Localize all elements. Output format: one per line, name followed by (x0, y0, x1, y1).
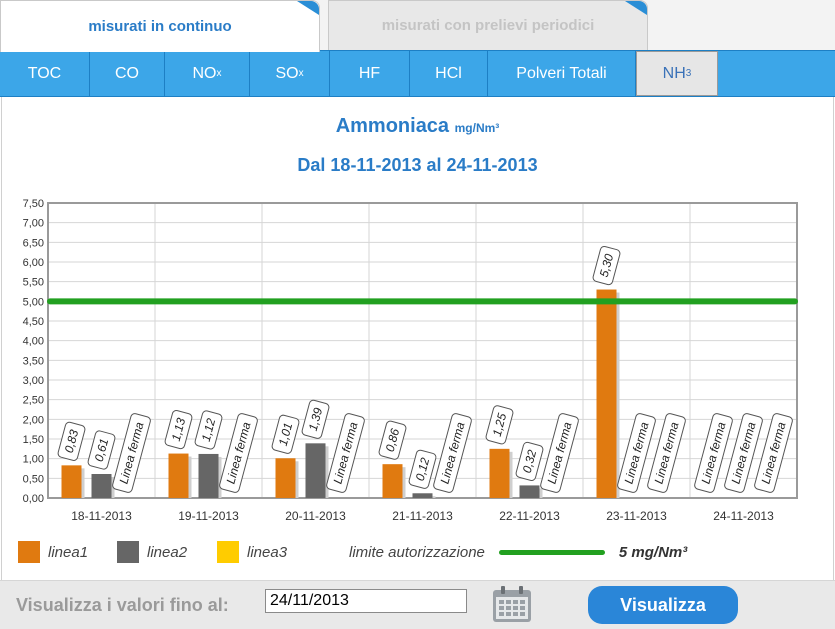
subtab-co[interactable]: CO (90, 51, 165, 96)
legend-label: linea1 (48, 543, 89, 561)
y-tick-label: 0,50 (23, 473, 44, 485)
pollutant-tabs: TOC CO NO x SO x HF HCl Polveri Totali NH 3 (0, 50, 835, 97)
y-tick-label: 5,00 (23, 296, 44, 308)
bar-linea1 (275, 458, 296, 498)
subtab-label: CO (115, 64, 139, 82)
visualizza-button[interactable]: Visualizza (588, 586, 738, 624)
y-tick-label: 2,00 (23, 414, 44, 426)
y-tick-label: 3,50 (23, 355, 44, 367)
subtab-label: TOC (27, 64, 62, 82)
date-input[interactable] (265, 589, 467, 613)
chart-subtitle: Dal 18-11-2013 al 24-11-2013 (297, 155, 538, 175)
subtab-subscript: x (216, 68, 222, 79)
x-tick-label: 19-11-2013 (178, 509, 239, 523)
y-tick-label: 6,50 (23, 237, 44, 249)
x-tick-label: 21-11-2013 (392, 509, 453, 523)
subtab-label: Polveri Totali (516, 64, 607, 82)
tab-continuous-label: misurati in continuo (88, 18, 232, 35)
tab-corner-icon (297, 1, 319, 15)
top-tab-bar: misurati in continuo misurati con prelie… (0, 0, 835, 52)
bar-linea1 (61, 465, 82, 498)
y-tick-label: 4,00 (23, 336, 44, 348)
y-tick-label: 2,50 (23, 395, 44, 407)
legend-label: linea2 (147, 543, 188, 561)
y-tick-label: 0,00 (23, 493, 44, 505)
legend-linea3: linea3 (217, 540, 287, 564)
x-tick-label: 22-11-2013 (499, 509, 560, 523)
bar-chart: 0,00 0,50 1,00 1,50 2,00 2,50 3,00 3,50 4,00 4,50… (23, 198, 798, 523)
subtab-hcl[interactable]: HCl (410, 51, 488, 96)
date-label: Visualizza i valori fino al: (16, 595, 229, 615)
x-tick-label: 18-11-2013 (71, 509, 132, 523)
y-tick-label: 6,00 (23, 257, 44, 269)
bar-linea2 (305, 443, 326, 498)
subtab-subscript: x (298, 68, 304, 79)
bar-linea2 (412, 493, 433, 498)
legend-label: linea3 (247, 543, 288, 561)
chart-title: Ammoniaca mg/Nm³ (0, 115, 835, 138)
bar-linea2 (198, 453, 219, 498)
y-tick-label: 5,50 (23, 277, 44, 289)
subtab-polveri-totali[interactable]: Polveri Totali (488, 51, 636, 96)
subtab-label: HF (358, 64, 381, 82)
subtab-hf[interactable]: HF (330, 51, 410, 96)
y-tick-label: 1,00 (23, 454, 44, 466)
legend-limit-value: 5 mg/Nm³ (618, 543, 688, 561)
subtab-label: NO (192, 64, 217, 82)
footer-bar: Visualizza i valori fino al: Visualizza (0, 580, 835, 629)
bar-linea1 (489, 448, 510, 498)
subtab-label: NH (662, 64, 686, 82)
legend-limit-label: limite autorizzazione (349, 543, 485, 561)
subtab-sox[interactable]: SO x (250, 51, 330, 96)
legend-limit-line (498, 549, 605, 555)
bar-linea2 (91, 474, 112, 498)
tab-periodic-label: misurati con prelievi periodici (381, 17, 595, 34)
y-tick-label: 7,50 (23, 198, 44, 210)
subtab-nh3[interactable]: NH 3 (636, 51, 718, 96)
legend-linea1: linea1 (18, 540, 88, 564)
subtab-label: HCl (435, 64, 462, 82)
tab-corner-icon (625, 1, 647, 15)
legend-limit: limite autorizzazione 5 mg/Nm³ (349, 540, 687, 564)
y-tick-label: 4,50 (23, 316, 44, 328)
tab-periodic[interactable]: misurati con prelievi periodici (328, 0, 648, 50)
subtab-nox[interactable]: NO x (165, 51, 250, 96)
y-tick-label: 7,00 (23, 218, 44, 230)
x-tick-label: 20-11-2013 (285, 509, 346, 523)
bar-linea1 (382, 464, 403, 498)
x-tick-label: 24-11-2013 (713, 509, 774, 523)
y-tick-label: 1,50 (23, 434, 44, 446)
x-tick-label: 23-11-2013 (606, 509, 667, 523)
chart-title-unit: mg/Nm³ (454, 121, 500, 135)
subtab-subscript: 3 (685, 68, 692, 79)
subtab-toc[interactable]: TOC (0, 51, 90, 96)
bar-linea1 (168, 453, 189, 498)
legend-swatch-linea3 (217, 541, 239, 563)
legend-linea2: linea2 (117, 540, 187, 564)
bar-linea1 (596, 289, 617, 498)
legend-swatch-linea1 (18, 541, 40, 563)
tab-continuous[interactable]: misurati in continuo (0, 0, 320, 52)
calendar-icon[interactable] (490, 584, 534, 624)
subtab-label: SO (275, 64, 299, 82)
legend-swatch-linea2 (117, 541, 139, 563)
y-tick-label: 3,00 (23, 375, 44, 387)
bar-linea2 (519, 485, 540, 498)
chart-title-text: Ammoniaca (335, 115, 450, 137)
